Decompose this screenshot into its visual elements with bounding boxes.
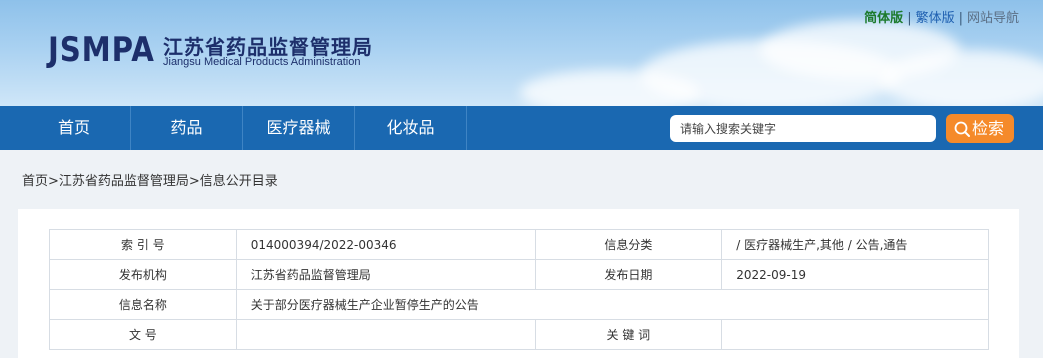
top-links: 简体版 | 繁体版 | 网站导航 (864, 7, 1019, 26)
category-value: / 医疗器械生产,其他 / 公告,通告 (721, 229, 989, 260)
table-row: 信息名称 关于部分医疗器械生产企业暂停生产的公告 (49, 289, 990, 320)
table-row: 索 引 号 014000394/2022-00346 信息分类 / 医疗器械生产… (49, 229, 989, 260)
link-separator: | (907, 11, 912, 26)
logo-title-en: Jiangsu Medical Products Administration (163, 56, 361, 68)
search-button[interactable]: 检索 (946, 114, 1014, 143)
info-table: 索 引 号 014000394/2022-00346 信息分类 / 医疗器械生产… (49, 229, 990, 350)
info-title-label: 信息名称 (49, 289, 237, 320)
cloud-decoration (880, 50, 1043, 106)
sitemap-link[interactable]: 网站导航 (967, 11, 1019, 26)
main-nav: 首页 药品 医疗器械 化妆品 检索 (0, 106, 1043, 150)
search-button-label: 检索 (972, 119, 1005, 138)
publish-date-label: 发布日期 (534, 259, 723, 290)
publish-date-value: 2022-09-19 (721, 259, 989, 290)
search-icon (954, 121, 970, 137)
nav-item-drugs[interactable]: 药品 (131, 106, 243, 150)
header-banner: JSMPA 江苏省药品监督管理局 Jiangsu Medical Product… (0, 0, 1043, 106)
index-number-label: 索 引 号 (49, 229, 237, 260)
category-label: 信息分类 (534, 229, 723, 260)
publisher-value: 江苏省药品监督管理局 (235, 259, 536, 290)
table-row: 文 号 关 键 词 (49, 319, 989, 350)
nav-item-home[interactable]: 首页 (18, 106, 131, 150)
keywords-value (721, 319, 989, 350)
breadcrumb[interactable]: 首页>江苏省药品监督管理局>信息公开目录 (22, 170, 278, 189)
publisher-label: 发布机构 (49, 259, 237, 290)
keywords-label: 关 键 词 (534, 319, 723, 350)
logo-abbreviation[interactable]: JSMPA (48, 30, 155, 70)
index-number-value: 014000394/2022-00346 (235, 229, 536, 260)
nav-item-medical-devices[interactable]: 医疗器械 (243, 106, 355, 150)
document-number-label: 文 号 (49, 319, 237, 350)
info-title-value: 关于部分医疗器械生产企业暂停生产的公告 (235, 289, 990, 320)
table-row: 发布机构 江苏省药品监督管理局 发布日期 2022-09-19 (49, 259, 989, 290)
document-number-value (235, 319, 536, 350)
link-separator: | (958, 11, 963, 26)
nav-item-cosmetics[interactable]: 化妆品 (355, 106, 467, 150)
search-input[interactable] (670, 115, 936, 142)
simplified-link[interactable]: 简体版 (864, 11, 903, 26)
traditional-link[interactable]: 繁体版 (916, 11, 955, 26)
